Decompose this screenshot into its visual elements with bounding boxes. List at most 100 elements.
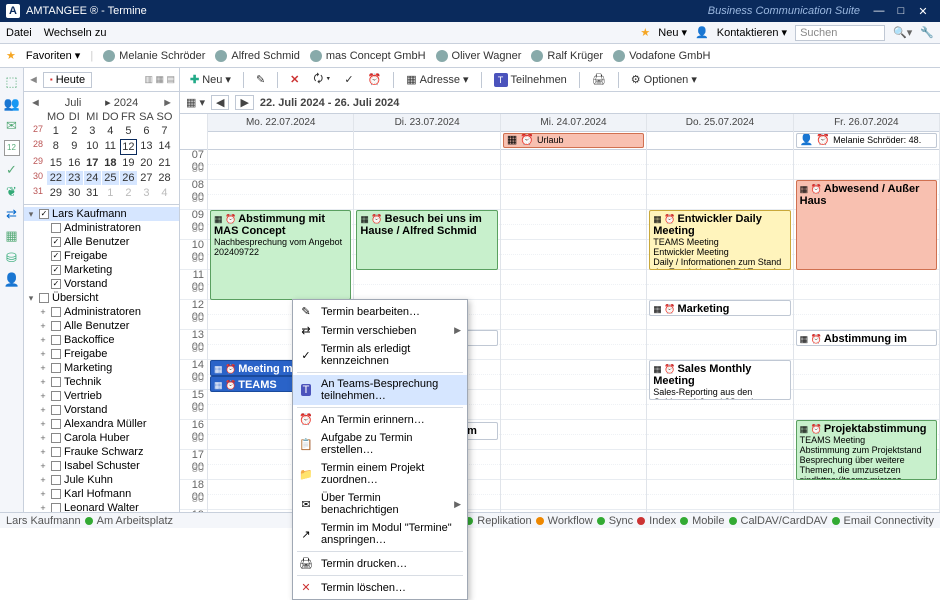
fav-item[interactable]: Oliver Wagner: [436, 50, 522, 62]
tree-item[interactable]: +Alexandra Müller: [24, 417, 179, 431]
ctx-item[interactable]: ✓Termin als erledigt kennzeichnen: [293, 340, 467, 370]
status-label: Workflow: [548, 515, 593, 527]
calendar-event[interactable]: ▦ ⏰Sales Monthly MeetingSales-Reporting …: [649, 360, 790, 400]
fav-item[interactable]: Vodafone GmbH: [613, 50, 710, 62]
vt-db-icon[interactable]: ⛁: [4, 250, 20, 266]
tb-new-button[interactable]: ✚Neu ▾: [186, 71, 235, 88]
tree-item[interactable]: +Marketing: [24, 361, 179, 375]
ctx-item[interactable]: 📁Termin einem Projekt zuordnen…: [293, 459, 467, 489]
ctx-item[interactable]: 🖨Termin drucken…: [293, 554, 467, 573]
tb-refresh-icon[interactable]: 🗘 ▾: [309, 68, 334, 91]
sb-view-icons[interactable]: ▥ ▦ ▤: [144, 74, 175, 85]
vt-user-icon[interactable]: 👤: [4, 272, 20, 288]
ctx-item[interactable]: 📋Aufgabe zu Termin erstellen…: [293, 429, 467, 459]
ctx-item[interactable]: ✎Termin bearbeiten…: [293, 302, 467, 321]
tree-item[interactable]: +Isabel Schuster: [24, 459, 179, 473]
fav-item[interactable]: mas Concept GmbH: [310, 50, 426, 62]
tool-icon[interactable]: 🔧: [920, 26, 934, 39]
vt-tasks-icon[interactable]: ✓: [4, 162, 20, 178]
nav-prev[interactable]: ◀: [211, 95, 229, 110]
context-menu[interactable]: ✎Termin bearbeiten…⇄Termin verschieben▶✓…: [292, 299, 468, 600]
tb-teams-join[interactable]: TTeilnehmen: [490, 71, 571, 89]
tb-options[interactable]: ⚙ Optionen ▾: [627, 71, 701, 88]
search-input[interactable]: Suchen: [795, 25, 885, 41]
app-logo: A: [6, 4, 20, 18]
menu-new[interactable]: Neu ▾: [658, 26, 687, 39]
tree-item[interactable]: ✓Marketing: [24, 263, 179, 277]
calendar-event[interactable]: ▦ ⏰Besuch bei uns im Hause / Alfred Schm…: [356, 210, 497, 270]
calendar-event[interactable]: ▦ ⏰Entwickler Daily MeetingTEAMS Meeting…: [649, 210, 790, 270]
tree-item[interactable]: +Carola Huber: [24, 431, 179, 445]
tb-print-icon[interactable]: 🖨: [588, 71, 610, 88]
vt-home-icon[interactable]: ⬚: [4, 74, 20, 90]
tree-item[interactable]: ✓Alle Benutzer: [24, 235, 179, 249]
calendar-event[interactable]: ▦ ⏰Abstimmung mit MAS ConceptNachbesprec…: [210, 210, 351, 300]
close-button[interactable]: ✕: [912, 5, 934, 18]
allday-event[interactable]: 👤 ⏰ Melanie Schröder: 48. Geburtst…: [796, 133, 937, 148]
tree-item[interactable]: ✓Vorstand: [24, 277, 179, 291]
tree-item[interactable]: +Alle Benutzer: [24, 319, 179, 333]
tree-item[interactable]: +Technik: [24, 375, 179, 389]
fav-item[interactable]: Alfred Schmid: [215, 50, 299, 62]
tree-item[interactable]: +Leonard Walter: [24, 501, 179, 512]
calendar-event[interactable]: ▦ ⏰ProjektabstimmungTEAMS MeetingAbstimm…: [796, 420, 937, 480]
menu-file[interactable]: Datei: [6, 27, 32, 39]
search-go-icon[interactable]: 🔍▾: [893, 26, 912, 39]
tb-check-icon[interactable]: ✓: [340, 71, 357, 88]
maximize-button[interactable]: □: [890, 5, 912, 17]
tree-item[interactable]: ▾Übersicht: [24, 291, 179, 305]
mc-next[interactable]: ►: [162, 97, 173, 109]
day-column[interactable]: Fr. 26.07.2024👤 ⏰ Melanie Schröder: 48. …: [794, 114, 940, 512]
menu-contact[interactable]: Kontaktieren ▾: [717, 26, 787, 39]
calendar-event[interactable]: ▦ ⏰Marketing Abstimmung: [649, 300, 790, 316]
ctx-item[interactable]: TAn Teams-Besprechung teilnehmen…: [293, 375, 467, 405]
tree-item[interactable]: +Administratoren: [24, 305, 179, 319]
allday-event[interactable]: ▦ ⏰ Urlaub: [503, 133, 644, 148]
tree-item[interactable]: +Vertrieb: [24, 389, 179, 403]
day-column[interactable]: Do. 25.07.2024▦ ⏰Entwickler Daily Meetin…: [647, 114, 793, 512]
sb-back-icon[interactable]: ◄: [28, 74, 39, 86]
today-button[interactable]: ▪Heute: [43, 72, 92, 88]
tb-alarm-icon[interactable]: ⏰: [364, 71, 386, 88]
fav-label[interactable]: Favoriten ▾: [26, 49, 80, 62]
vt-calendar-icon[interactable]: 12: [4, 140, 20, 156]
status-label: Email Connectivity: [844, 515, 934, 527]
mc-prev[interactable]: ◄: [30, 97, 41, 109]
tree-item[interactable]: ▾✓Lars Kaufmann: [24, 207, 179, 221]
ctx-item[interactable]: ↗Termin im Modul "Termine" anspringen…: [293, 519, 467, 549]
tree-item[interactable]: +Karl Hofmann: [24, 487, 179, 501]
vt-doc-icon[interactable]: ▦: [4, 228, 20, 244]
day-column[interactable]: Mi. 24.07.2024▦ ⏰ Urlaub: [501, 114, 647, 512]
suite-label: Business Communication Suite: [708, 5, 860, 17]
calendar-event[interactable]: ▦ ⏰Abwesend / Außer Haus: [796, 180, 937, 270]
tree-item[interactable]: +Vorstand: [24, 403, 179, 417]
sidebar: ◄ ▪Heute ▥ ▦ ▤ ◄ Juli ▸ 2024 ► MODIMIDOF…: [24, 68, 180, 512]
ctx-item[interactable]: ⏰An Termin erinnern…: [293, 410, 467, 429]
vt-contacts-icon[interactable]: 👥: [4, 96, 20, 112]
vt-mail-icon[interactable]: ✉: [4, 118, 20, 134]
nav-next[interactable]: ▶: [235, 95, 253, 110]
ctx-item[interactable]: ✕Termin löschen…: [293, 578, 467, 597]
tb-address[interactable]: ▦ Adresse ▾: [402, 71, 472, 88]
tree-item[interactable]: +Frauke Schwarz: [24, 445, 179, 459]
mc-month[interactable]: Juli: [65, 97, 82, 109]
menu-switch[interactable]: Wechseln zu: [44, 27, 107, 39]
contact-icon[interactable]: 👤: [695, 26, 709, 39]
calendar-tree[interactable]: ▾✓Lars KaufmannAdministratoren✓Alle Benu…: [24, 205, 179, 512]
calendar-event[interactable]: ▦ ⏰Abstimmung im Team: [796, 330, 937, 346]
vt-leaf-icon[interactable]: ❦: [4, 184, 20, 200]
minimize-button[interactable]: —: [868, 5, 890, 17]
tb-edit-icon[interactable]: ✎: [252, 71, 269, 88]
vt-sync-icon[interactable]: ⇄: [4, 206, 20, 222]
nav-pick-icon[interactable]: ▦ ▾: [186, 96, 205, 109]
fav-item[interactable]: Melanie Schröder: [103, 50, 205, 62]
tree-item[interactable]: +Freigabe: [24, 347, 179, 361]
tree-item[interactable]: +Backoffice: [24, 333, 179, 347]
tb-delete-icon[interactable]: ✕: [286, 71, 303, 88]
fav-item[interactable]: Ralf Krüger: [531, 50, 603, 62]
ctx-item[interactable]: ⇄Termin verschieben▶: [293, 321, 467, 340]
tree-item[interactable]: +Jule Kuhn: [24, 473, 179, 487]
ctx-item[interactable]: ✉Über Termin benachrichtigen▶: [293, 489, 467, 519]
tree-item[interactable]: ✓Freigabe: [24, 249, 179, 263]
tree-item[interactable]: Administratoren: [24, 221, 179, 235]
